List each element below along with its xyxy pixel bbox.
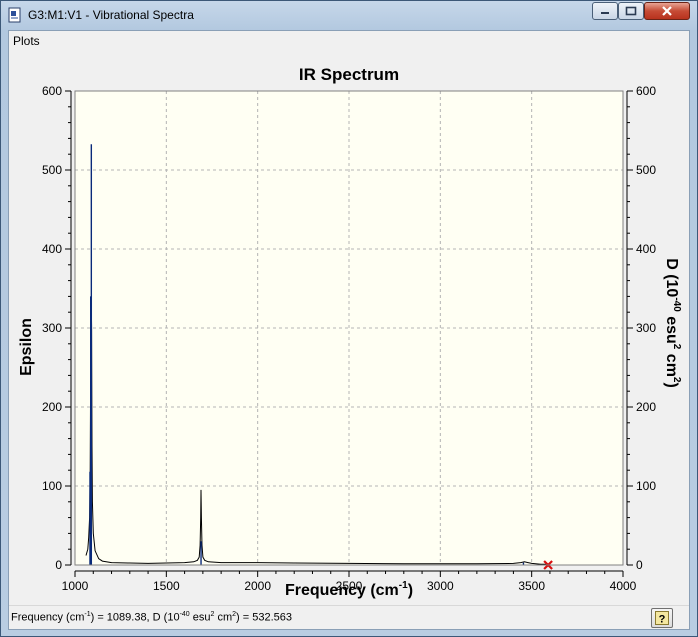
gaussview-doc-icon [8, 7, 21, 23]
x-axis-label: Frequency (cm-1) [285, 580, 413, 599]
y2-label-part-b: -40 [671, 297, 682, 312]
maximize-button[interactable] [618, 2, 644, 20]
y2-tick-label: 400 [636, 242, 656, 256]
menu-plots[interactable]: Plots [13, 34, 40, 48]
y2-label-part-g: ) [663, 382, 680, 387]
y-tick-label: 100 [42, 479, 62, 493]
x-tick-label: 4000 [610, 579, 637, 593]
status-middle-3: cm [214, 611, 233, 624]
y-tick-label: 200 [42, 400, 62, 414]
ir-spectrum-chart[interactable]: IR Spectrum 1000 1500 2000 2500 3000 3500 4000… [9, 51, 689, 601]
y-tick-label: 0 [55, 558, 62, 572]
status-bar: Frequency (cm-1) = 1089.38, D (10-40 esu… [9, 605, 689, 630]
status-middle-1: ) = 1089.38, D (10 [90, 611, 180, 624]
y2-tick-label: 100 [636, 479, 656, 493]
window-title: G3:M1:V1 - Vibrational Spectra [28, 8, 194, 22]
x-axis-label-end: ) [408, 582, 413, 599]
y2-tick-label: 500 [636, 163, 656, 177]
y2-tick-label: 600 [636, 84, 656, 98]
help-button[interactable]: ? [651, 608, 673, 628]
maximize-icon [625, 6, 637, 16]
help-question-icon: ? [655, 611, 669, 625]
status-prefix: Frequency (cm [11, 611, 85, 624]
y2-tick-label: 200 [636, 400, 656, 414]
y2-label-part-e: cm [663, 349, 680, 377]
y-axis-label: Epsilon [18, 318, 35, 376]
close-button[interactable] [644, 2, 690, 20]
ir-spectrum-plot[interactable]: IR Spectrum 1000 1500 2000 2500 3000 3500 4000… [9, 51, 689, 601]
status-sup-2: -40 [179, 611, 190, 618]
y2-tick-label: 0 [636, 558, 643, 572]
vibrational-spectra-window: G3:M1:V1 - Vibrational Spectra Plots IR … [0, 0, 698, 637]
y2-label-part-c: esu [663, 312, 680, 344]
x-axis-label-base: Frequency (cm [285, 582, 399, 599]
close-icon [662, 6, 672, 16]
y-tick-label: 500 [42, 163, 62, 177]
x-tick-label: 2000 [244, 579, 271, 593]
x-tick-label: 1500 [153, 579, 180, 593]
chart-title: IR Spectrum [299, 65, 399, 84]
menu-bar: Plots [9, 31, 689, 51]
y-tick-label: 400 [42, 242, 62, 256]
y2-axis-label: D (10-40 esu2 cm2) [663, 258, 682, 388]
x-tick-label: 1000 [62, 579, 89, 593]
status-readout: Frequency (cm-1) = 1089.38, D (10-40 esu… [11, 611, 292, 624]
minimize-button[interactable] [592, 2, 618, 20]
svg-text:?: ? [659, 614, 666, 626]
x-tick-label: 3500 [518, 579, 545, 593]
minimize-icon [601, 12, 609, 14]
client-area: Plots IR Spectrum 1000 1500 2000 2500 3000 35… [8, 30, 690, 630]
y2-label-part-a: D (10 [663, 258, 680, 297]
title-bar[interactable]: G3:M1:V1 - Vibrational Spectra [1, 1, 697, 29]
status-middle-2: esu [189, 611, 211, 624]
y2-tick-label: 300 [636, 321, 656, 335]
x-tick-label: 3000 [427, 579, 454, 593]
status-suffix: ) = 532.563 [236, 611, 293, 624]
y-tick-label: 300 [42, 321, 62, 335]
y-tick-label: 600 [42, 84, 62, 98]
